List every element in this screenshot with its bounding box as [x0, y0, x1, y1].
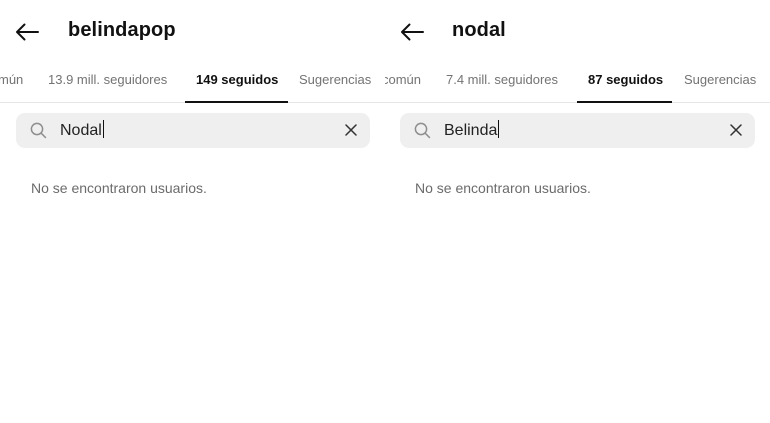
text-caret [102, 120, 104, 138]
tab-following[interactable]: 149 seguidos [196, 72, 278, 87]
follow-tabs: común 7.4 mill. seguidores 87 seguidos S… [385, 62, 770, 103]
profile-username: belindapop [68, 19, 176, 41]
left-profile-panel: belindapop mún 13.9 mill. seguidores 149… [0, 0, 385, 423]
text-caret [498, 120, 500, 138]
back-button[interactable] [399, 20, 425, 44]
close-icon[interactable] [729, 123, 743, 137]
tab-followers[interactable]: 13.9 mill. seguidores [48, 72, 167, 87]
active-tab-indicator [577, 101, 672, 103]
right-profile-panel: nodal común 7.4 mill. seguidores 87 segu… [385, 0, 770, 423]
tab-followers[interactable]: 7.4 mill. seguidores [446, 72, 558, 87]
search-icon [30, 122, 47, 139]
profile-header: nodal [385, 0, 770, 62]
profile-header: belindapop [0, 0, 385, 62]
active-tab-indicator [185, 101, 288, 103]
profile-username: nodal [452, 19, 506, 41]
arrow-left-icon [401, 23, 424, 41]
tab-suggestions[interactable]: Sugerencias [684, 72, 756, 87]
follow-tabs: mún 13.9 mill. seguidores 149 seguidos S… [0, 62, 385, 103]
search-bar[interactable]: Belinda [400, 113, 755, 148]
search-input[interactable]: Nodal [60, 120, 104, 140]
tab-mutual[interactable]: mún [0, 72, 23, 87]
back-button[interactable] [14, 20, 40, 44]
tab-suggestions[interactable]: Sugerencias [299, 72, 371, 87]
search-value: Belinda [444, 122, 498, 139]
close-icon[interactable] [344, 123, 358, 137]
empty-results-message: No se encontraron usuarios. [31, 180, 207, 196]
empty-results-message: No se encontraron usuarios. [415, 180, 591, 196]
search-icon [414, 122, 431, 139]
search-input[interactable]: Belinda [444, 120, 500, 140]
search-value: Nodal [60, 122, 102, 139]
arrow-left-icon [16, 23, 39, 41]
tab-following[interactable]: 87 seguidos [588, 72, 663, 87]
tab-mutual[interactable]: común [385, 72, 421, 87]
search-bar[interactable]: Nodal [16, 113, 370, 148]
